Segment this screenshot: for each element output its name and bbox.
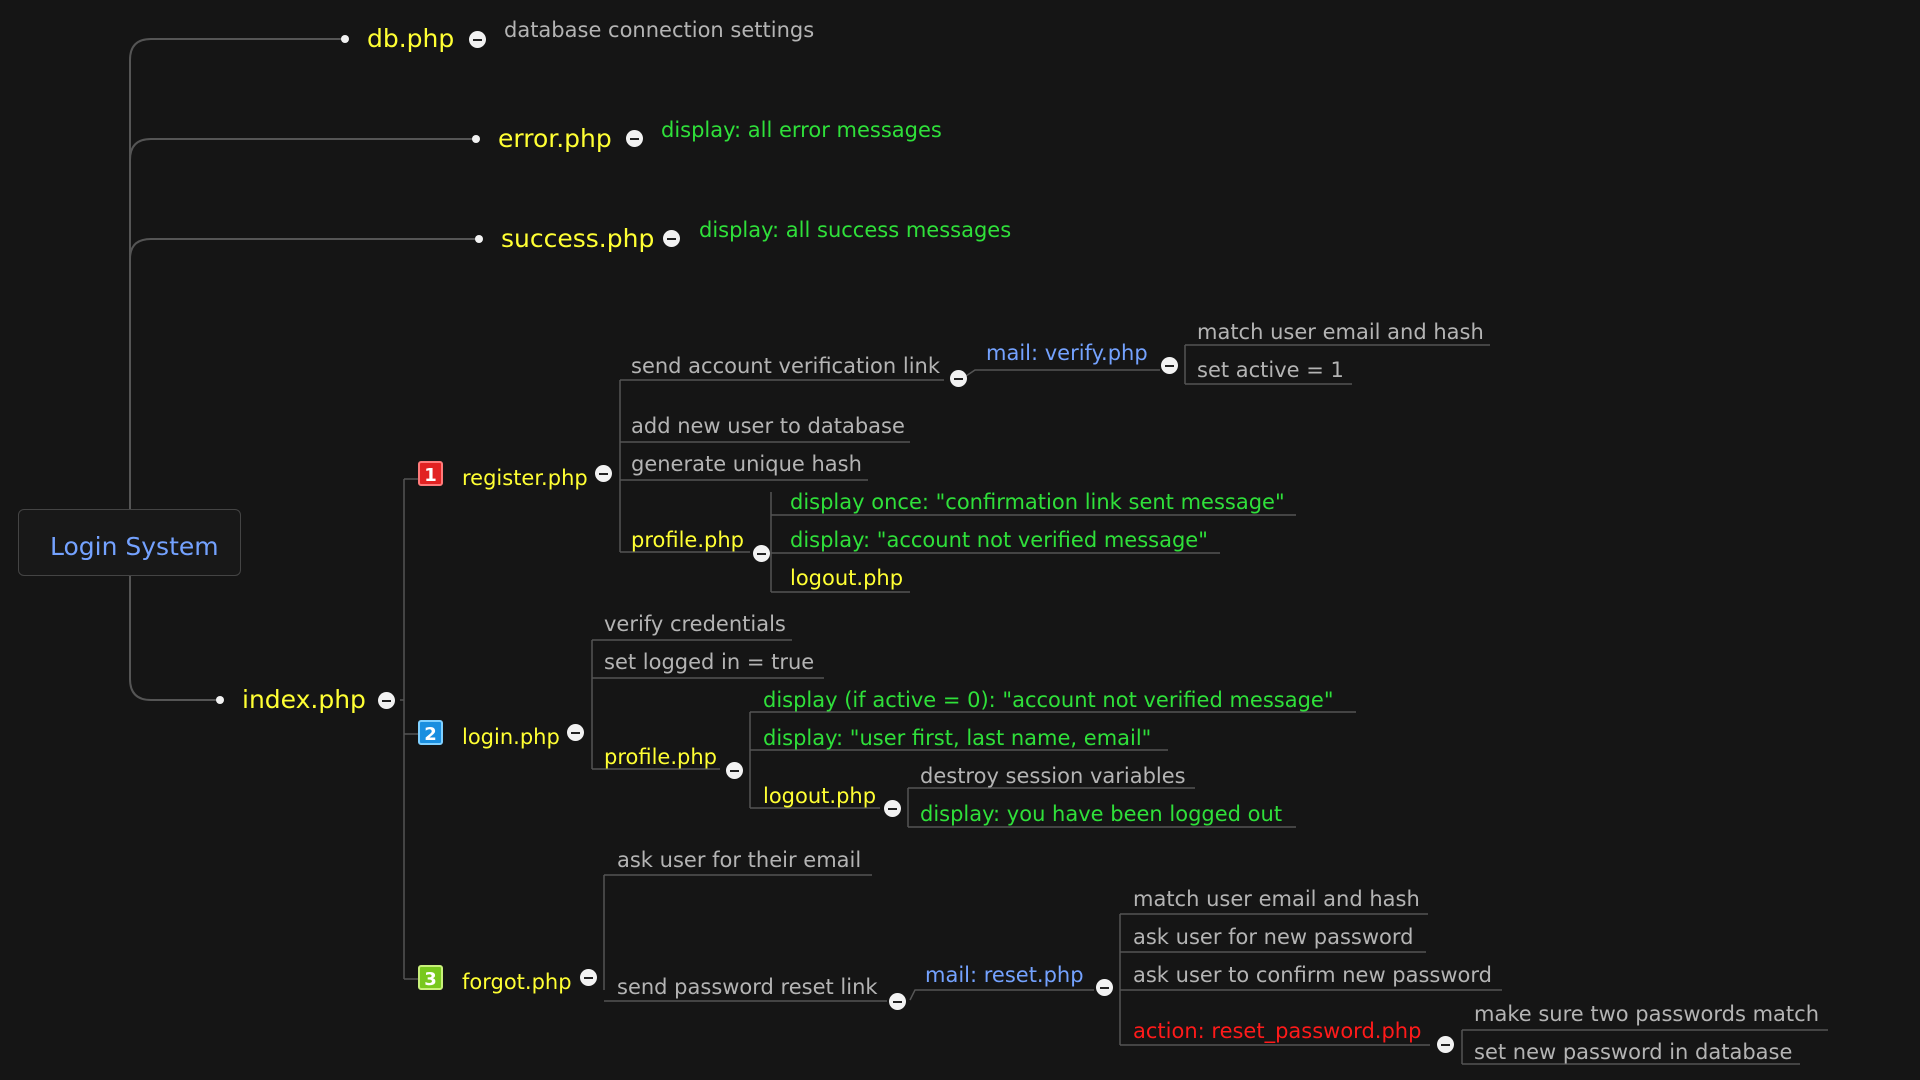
- priority-1-icon: 1: [418, 461, 443, 486]
- register-add-user: add new user to database: [631, 414, 905, 438]
- login-destroy: destroy session variables: [920, 764, 1186, 788]
- forgot-send-reset: send password reset link: [617, 975, 878, 999]
- forgot-ask-email: ask user for their email: [617, 848, 862, 872]
- error-note: display: all error messages: [661, 118, 942, 142]
- db-collapse-button[interactable]: [469, 31, 486, 48]
- index-bullet: [216, 696, 224, 704]
- send-link-collapse-button[interactable]: [950, 370, 967, 387]
- forgot-collapse-button[interactable]: [580, 969, 597, 986]
- forgot-set-new: set new password in database: [1474, 1040, 1793, 1064]
- login-set-logged: set logged in = true: [604, 650, 815, 674]
- error-bullet: [472, 135, 480, 143]
- login-profile[interactable]: profile.php: [604, 747, 717, 768]
- register-match: match user email and hash: [1197, 320, 1484, 344]
- action-collapse-button[interactable]: [1437, 1036, 1454, 1053]
- error-file[interactable]: error.php: [498, 126, 612, 151]
- forgot-match: match user email and hash: [1133, 887, 1420, 911]
- register-profile[interactable]: profile.php: [631, 530, 744, 551]
- login-profile-collapse-button[interactable]: [726, 762, 743, 779]
- success-collapse-button[interactable]: [663, 230, 680, 247]
- priority-3-icon: 3: [418, 965, 443, 990]
- login-display-user: display: "user first, last name, email": [763, 726, 1152, 750]
- login-logout[interactable]: logout.php: [763, 786, 876, 807]
- register-file[interactable]: register.php: [462, 468, 588, 489]
- verify-collapse-button[interactable]: [1161, 357, 1178, 374]
- db-bullet: [341, 35, 349, 43]
- success-note: display: all success messages: [699, 218, 1012, 242]
- login-logged-out: display: you have been logged out: [920, 802, 1283, 826]
- success-bullet: [475, 235, 483, 243]
- login-file[interactable]: login.php: [462, 727, 560, 748]
- error-collapse-button[interactable]: [626, 130, 643, 147]
- register-display-once: display once: "confirmation link sent me…: [790, 490, 1285, 514]
- db-note: database connection settings: [504, 18, 815, 42]
- register-display-not-verified: display: "account not verified message": [790, 528, 1208, 552]
- register-set-active: set active = 1: [1197, 358, 1344, 382]
- login-verify: verify credentials: [604, 612, 786, 636]
- register-send-link: send account verification link: [631, 354, 941, 378]
- root-node[interactable]: Login System: [18, 509, 241, 576]
- forgot-file[interactable]: forgot.php: [462, 972, 572, 993]
- root-label: Login System: [50, 532, 219, 561]
- register-hash: generate unique hash: [631, 452, 862, 476]
- register-collapse-button[interactable]: [595, 465, 612, 482]
- reset-collapse-button[interactable]: [1096, 979, 1113, 996]
- forgot-mail[interactable]: mail: reset.php: [925, 965, 1084, 986]
- index-collapse-button[interactable]: [378, 692, 395, 709]
- forgot-ask-new: ask user for new password: [1133, 925, 1414, 949]
- index-file[interactable]: index.php: [242, 687, 366, 712]
- db-file[interactable]: db.php: [367, 26, 454, 51]
- login-logout-collapse-button[interactable]: [884, 800, 901, 817]
- success-file[interactable]: success.php: [501, 226, 654, 251]
- register-profile-collapse-button[interactable]: [753, 545, 770, 562]
- send-reset-collapse-button[interactable]: [889, 993, 906, 1010]
- mind-map: Login System db.php database connection …: [0, 0, 1920, 1080]
- forgot-make-sure: make sure two passwords match: [1474, 1002, 1820, 1026]
- priority-2-icon: 2: [418, 720, 443, 745]
- login-collapse-button[interactable]: [567, 724, 584, 741]
- register-mail[interactable]: mail: verify.php: [986, 343, 1148, 364]
- forgot-action[interactable]: action: reset_password.php: [1133, 1021, 1421, 1042]
- register-logout[interactable]: logout.php: [790, 568, 903, 589]
- forgot-ask-confirm: ask user to confirm new password: [1133, 963, 1492, 987]
- login-display-if: display (if active = 0): "account not ve…: [763, 688, 1334, 712]
